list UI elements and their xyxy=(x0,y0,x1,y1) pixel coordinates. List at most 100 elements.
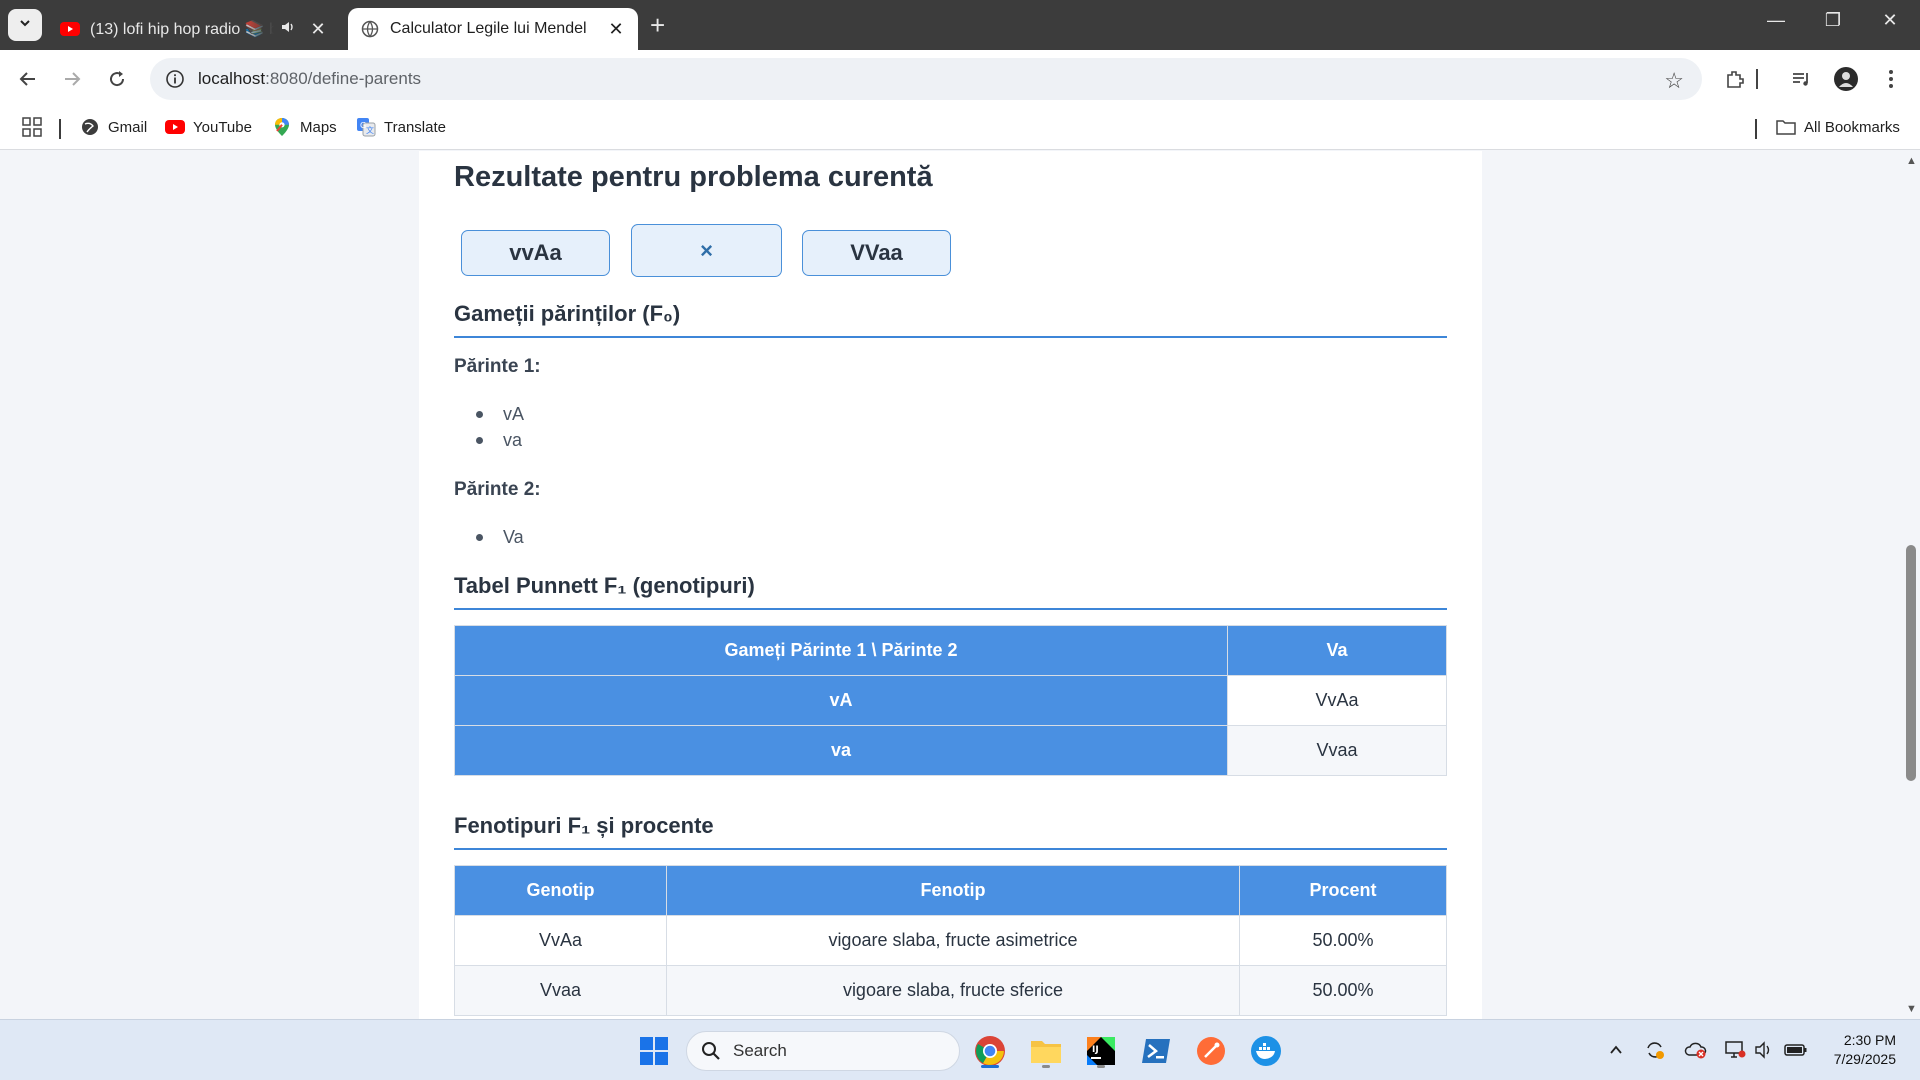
table-row: Vvaa vigoare slaba, fructe sferice 50.00… xyxy=(454,965,1447,1016)
column-header: Procent xyxy=(1239,865,1447,916)
globe-icon xyxy=(80,117,100,137)
punnett-cell: Vvaa xyxy=(1227,725,1447,776)
chevron-up-icon[interactable] xyxy=(1604,1038,1628,1062)
close-tab-icon[interactable]: ✕ xyxy=(308,19,328,40)
active-indicator xyxy=(981,1065,999,1068)
taskbar-search[interactable]: Search xyxy=(686,1031,960,1071)
maps-pin-icon xyxy=(272,117,292,137)
bookmark-label: Gmail xyxy=(108,118,148,136)
punnett-col-header: Va xyxy=(1227,625,1447,676)
all-bookmarks-label: All Bookmarks xyxy=(1804,118,1900,136)
search-icon xyxy=(701,1041,721,1061)
powershell-icon[interactable] xyxy=(1136,1031,1176,1071)
new-tab-button[interactable]: + xyxy=(650,10,665,40)
minimize-icon[interactable]: — xyxy=(1761,10,1791,31)
youtube-icon xyxy=(165,117,185,137)
gamete-text: va xyxy=(503,430,523,450)
table-row: va Vvaa xyxy=(454,725,1447,776)
gamete-text: vA xyxy=(503,404,525,424)
phenotypes-heading: Fenotipuri F₁ și procente xyxy=(454,813,1447,850)
tab-search-button[interactable] xyxy=(8,9,42,41)
forward-arrow-icon[interactable] xyxy=(58,65,86,93)
folder-icon xyxy=(1776,117,1796,137)
parent2-genotype-box: VVaa xyxy=(802,230,951,276)
list-item: vA xyxy=(476,404,524,425)
globe-icon xyxy=(360,19,380,39)
close-tab-icon[interactable]: ✕ xyxy=(606,19,626,40)
windows-start-icon[interactable] xyxy=(634,1031,674,1071)
punnett-heading: Tabel Punnett F₁ (genotipuri) xyxy=(454,573,1447,610)
extensions-icon[interactable] xyxy=(1721,65,1749,93)
table-row: VvAa vigoare slaba, fructe asimetrice 50… xyxy=(454,915,1447,966)
bookmarks-bar: Gmail YouTube Maps G文 Translate All Book… xyxy=(0,107,1920,150)
all-bookmarks[interactable]: All Bookmarks xyxy=(1776,117,1900,137)
cross-symbol-box: × xyxy=(631,224,782,277)
reload-icon[interactable] xyxy=(103,65,131,93)
page-viewport: Rezultate pentru problema curentă vvAa ×… xyxy=(0,151,1920,1019)
tab-mendel[interactable]: Calculator Legile lui Mendel ✕ xyxy=(348,8,638,50)
genotype-cell: VvAa xyxy=(454,915,667,966)
list-item: va xyxy=(476,430,522,451)
close-window-icon[interactable]: ✕ xyxy=(1875,10,1905,31)
bookmarks-divider xyxy=(1755,119,1757,139)
parent2-label: Părinte 2: xyxy=(454,479,541,500)
postman-icon[interactable] xyxy=(1191,1031,1231,1071)
column-header: Genotip xyxy=(454,865,667,916)
address-bar[interactable]: localhost:8080/define-parents ☆ xyxy=(150,58,1702,100)
parent1-genotype-box: vvAa xyxy=(461,230,610,276)
system-clock[interactable]: 2:30 PM 7/29/2025 xyxy=(1834,1031,1896,1069)
sync-icon[interactable] xyxy=(1643,1038,1667,1062)
network-icon[interactable] xyxy=(1723,1038,1747,1062)
bookmark-youtube[interactable]: YouTube xyxy=(165,117,252,137)
punnett-row-header: va xyxy=(454,725,1228,776)
file-explorer-icon[interactable] xyxy=(1026,1031,1066,1071)
site-info-icon[interactable] xyxy=(164,68,186,90)
punnett-cell: VvAa xyxy=(1227,675,1447,726)
bookmark-gmail[interactable]: Gmail xyxy=(80,117,147,137)
gamete-text: Va xyxy=(503,527,524,547)
bookmark-translate[interactable]: G文 Translate xyxy=(356,117,446,137)
punnett-row-header: vA xyxy=(454,675,1228,726)
percent-cell: 50.00% xyxy=(1239,915,1447,966)
genotype-cell: Vvaa xyxy=(454,965,667,1016)
bookmark-star-icon[interactable]: ☆ xyxy=(1664,68,1684,94)
battery-icon[interactable] xyxy=(1784,1038,1808,1062)
phenotype-cell: vigoare slaba, fructe asimetrice xyxy=(666,915,1240,966)
url-host: localhost xyxy=(198,69,266,88)
svg-text:文: 文 xyxy=(366,125,374,135)
gametes-heading: Gameții părinților (F₀) xyxy=(454,301,1447,338)
bookmark-maps[interactable]: Maps xyxy=(272,117,337,137)
svg-text:IJ: IJ xyxy=(1092,1045,1099,1055)
phenotype-cell: vigoare slaba, fructe sferice xyxy=(666,965,1240,1016)
chevron-down-icon xyxy=(18,16,32,35)
url-path: :8080/define-parents xyxy=(265,69,422,88)
scroll-down-icon[interactable]: ▼ xyxy=(1906,1004,1917,1015)
profile-avatar[interactable] xyxy=(1832,65,1860,93)
table-header-row: Genotip Fenotip Procent xyxy=(454,865,1447,916)
menu-kebab-icon[interactable] xyxy=(1877,65,1905,93)
phenotypes-table: Genotip Fenotip Procent VvAa vigoare sla… xyxy=(454,865,1447,1016)
apps-grid-icon[interactable] xyxy=(22,117,42,137)
table-row: vA VvAa xyxy=(454,675,1447,726)
cloud-error-icon[interactable] xyxy=(1684,1038,1708,1062)
running-indicator xyxy=(1042,1065,1050,1068)
docker-icon[interactable] xyxy=(1246,1031,1286,1071)
speaker-icon[interactable] xyxy=(280,19,296,40)
translate-icon: G文 xyxy=(356,117,376,137)
list-item: Va xyxy=(476,527,524,548)
tab-lofi[interactable]: (13) lofi hip hop radio 📚 beats to relax… xyxy=(48,8,340,50)
chrome-taskbar-icon[interactable] xyxy=(970,1031,1010,1071)
page-scrollbar[interactable]: ▲ ▼ xyxy=(1902,151,1920,1019)
bookmark-label: Maps xyxy=(300,118,337,136)
volume-icon[interactable] xyxy=(1752,1038,1776,1062)
intellij-icon[interactable]: IJ xyxy=(1081,1031,1121,1071)
browser-toolbar: localhost:8080/define-parents ☆ xyxy=(0,50,1920,107)
scrollbar-thumb[interactable] xyxy=(1906,545,1916,781)
scroll-up-icon[interactable]: ▲ xyxy=(1906,156,1917,167)
parent1-label: Părinte 1: xyxy=(454,356,541,377)
page-title: Rezultate pentru problema curentă xyxy=(454,161,933,193)
restore-icon[interactable]: ❐ xyxy=(1818,10,1848,31)
media-control-icon[interactable] xyxy=(1787,65,1815,93)
toolbar-divider xyxy=(1755,65,1759,93)
back-arrow-icon[interactable] xyxy=(14,65,42,93)
